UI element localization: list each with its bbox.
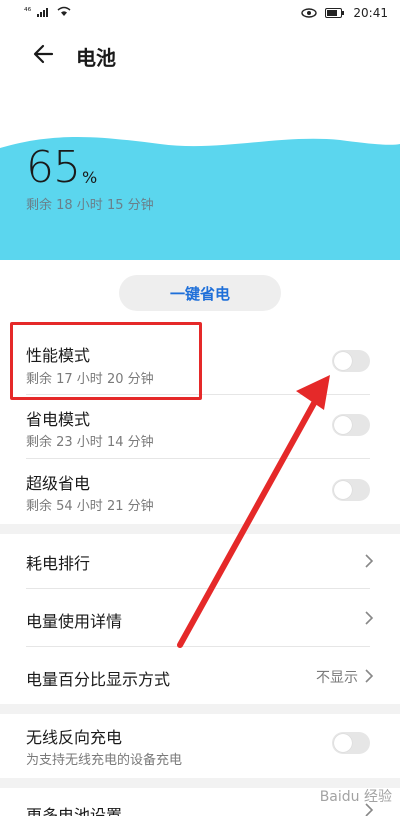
back-button[interactable] xyxy=(28,40,58,68)
watermark-text: Baidu 经验 xyxy=(319,789,392,805)
row-title: 更多电池设置 xyxy=(26,806,123,816)
power-ranking-row[interactable]: 耗电排行 xyxy=(0,534,400,588)
performance-mode-toggle[interactable] xyxy=(332,350,370,372)
mode-row-super-saving[interactable]: 超级省电 剩余 54 小时 21 分钟 xyxy=(0,460,400,522)
chevron-right-icon xyxy=(365,669,374,683)
row-title: 电量百分比显示方式 xyxy=(26,670,171,689)
toggle-knob xyxy=(334,416,352,434)
save-power-button[interactable]: 一键省电 xyxy=(119,275,281,311)
mode-row-power-saving[interactable]: 省电模式 剩余 23 小时 14 分钟 xyxy=(0,396,400,458)
wireless-reverse-charging-toggle[interactable] xyxy=(332,732,370,754)
section-gap xyxy=(0,524,400,534)
mode-title: 省电模式 xyxy=(26,410,91,429)
row-title: 电量使用详情 xyxy=(26,612,123,631)
row-title: 无线反向充电 xyxy=(26,728,123,747)
row-title: 耗电排行 xyxy=(26,554,91,573)
percent-display-row[interactable]: 电量百分比显示方式 不显示 xyxy=(0,648,400,704)
toggle-knob xyxy=(334,734,352,752)
watermark-logo: Baidu 经验 xyxy=(320,786,392,806)
page-title: 电池 xyxy=(76,46,116,70)
usage-details-row[interactable]: 电量使用详情 xyxy=(0,590,400,646)
divider xyxy=(26,588,370,589)
battery-percent: 65 xyxy=(26,142,81,193)
status-bar: ⁴⁶ 20:41 xyxy=(0,0,400,28)
mode-subtitle: 剩余 23 小时 14 分钟 xyxy=(26,435,154,450)
toggle-knob xyxy=(334,352,352,370)
section-gap xyxy=(0,704,400,714)
chevron-right-icon xyxy=(365,611,374,625)
percent-display-value: 不显示 xyxy=(316,670,358,686)
super-saving-mode-toggle[interactable] xyxy=(332,479,370,501)
battery-remaining-time: 剩余 18 小时 15 分钟 xyxy=(26,198,154,213)
power-saving-mode-toggle[interactable] xyxy=(332,414,370,436)
chevron-right-icon xyxy=(365,554,374,568)
divider xyxy=(26,646,370,647)
wifi-icon xyxy=(57,6,71,16)
divider xyxy=(26,458,370,459)
status-time: 20:41 xyxy=(353,6,388,20)
signal-label: ⁴⁶ xyxy=(24,6,32,17)
row-subtitle: 为支持无线充电的设备充电 xyxy=(26,753,183,768)
signal-icon xyxy=(37,8,49,17)
annotation-highlight-box xyxy=(10,322,202,400)
header: 电池 xyxy=(0,30,400,76)
wireless-reverse-charging-row[interactable]: 无线反向充电 为支持无线充电的设备充电 xyxy=(0,714,400,776)
mode-subtitle: 剩余 54 小时 21 分钟 xyxy=(26,499,154,514)
mode-title: 超级省电 xyxy=(26,474,91,493)
toggle-knob xyxy=(334,481,352,499)
battery-unit: % xyxy=(82,168,98,187)
battery-icon xyxy=(325,8,345,18)
back-arrow-icon xyxy=(33,44,54,64)
eye-icon xyxy=(301,8,318,18)
